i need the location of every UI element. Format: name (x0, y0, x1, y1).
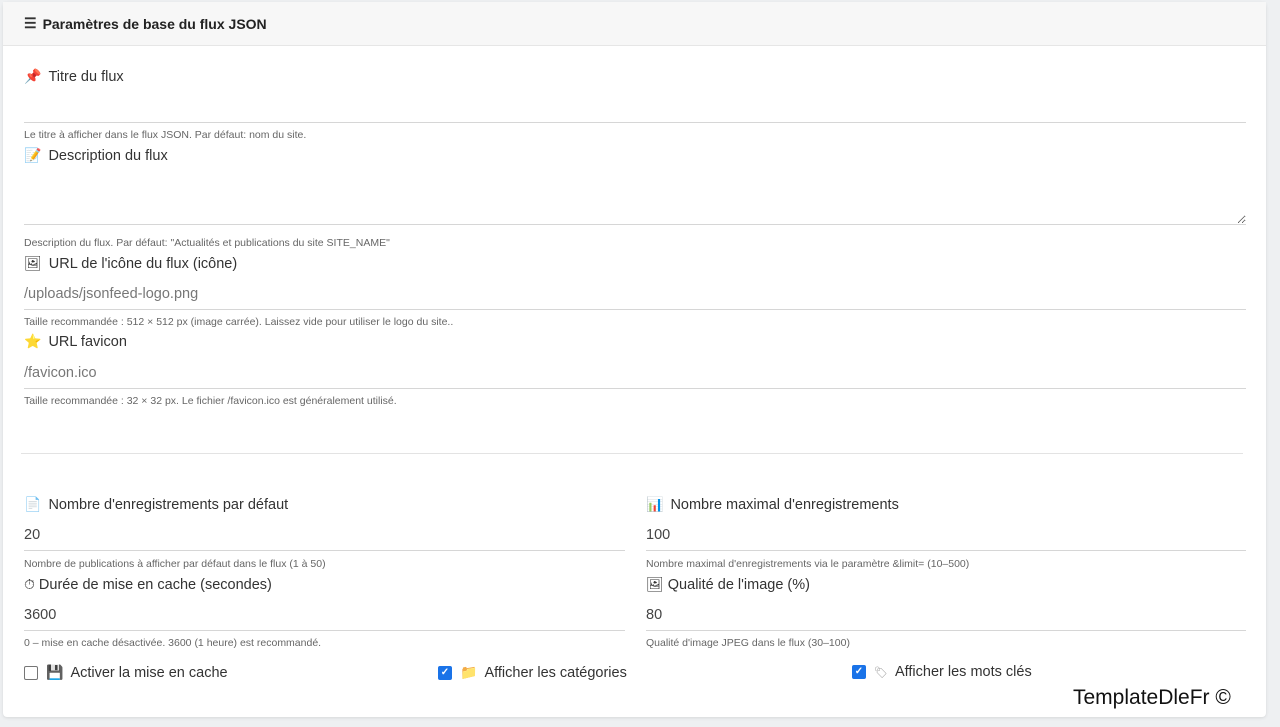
enable-cache-checkbox[interactable]: 💾 Activer la mise en cache (24, 664, 228, 681)
card-header: ☰ Paramètres de base du flux JSON (3, 2, 1266, 46)
enable-cache-checkbox-box[interactable] (24, 665, 38, 680)
feed-icon-url-hint: Taille recommandée : 512 × 512 px (image… (24, 316, 454, 328)
favicon-url-label-text: URL favicon (48, 333, 127, 350)
feed-description-label: 📝 Description du flux (24, 147, 168, 164)
show-keywords-checkbox-box[interactable]: ✓ (852, 665, 866, 679)
image-quality-hint: Qualité d'image JPEG dans le flux (30–10… (646, 637, 850, 649)
picture-icon: 🖼 (24, 255, 42, 271)
max-records-input[interactable] (646, 520, 1246, 551)
image-quality-label: 🖼 Qualité de l'image (%) (646, 576, 810, 593)
enable-cache-label: Activer la mise en cache (70, 664, 228, 681)
max-records-label: 📊 Nombre maximal d'enregistrements (646, 496, 899, 513)
favicon-url-hint: Taille recommandée : 32 × 32 px. Le fich… (24, 395, 397, 407)
pushpin-icon: 📌 (24, 68, 42, 84)
feed-description-textarea[interactable] (24, 170, 1246, 225)
feed-icon-url-label: 🖼 URL de l'icône du flux (icône) (24, 255, 237, 272)
label-tag-icon: 🏷 (874, 666, 888, 679)
stopwatch-icon: ⏱ (24, 576, 35, 592)
max-records-label-text: Nombre maximal d'enregistrements (670, 496, 899, 513)
feed-title-label-text: Titre du flux (48, 68, 124, 85)
default-records-label: 📄 Nombre d'enregistrements par défaut (24, 496, 288, 513)
picture-icon: 🖼 (646, 576, 664, 592)
image-quality-label-text: Qualité de l'image (%) (667, 576, 810, 593)
bar-chart-icon: 📊 (646, 496, 664, 512)
cache-duration-label-text: Durée de mise en cache (secondes) (38, 576, 272, 593)
cache-duration-hint: 0 – mise en cache désactivée. 3600 (1 he… (24, 637, 322, 649)
section-divider (21, 453, 1243, 454)
show-keywords-label: Afficher les mots clés (894, 664, 1032, 680)
cache-duration-input[interactable] (24, 600, 625, 631)
feed-title-input[interactable] (24, 92, 1246, 123)
favicon-url-input[interactable] (24, 358, 1246, 389)
sliders-icon: ☰ (24, 15, 37, 31)
feed-title-label: 📌 Titre du flux (24, 68, 124, 85)
memo-icon: 📝 (24, 147, 42, 163)
feed-icon-url-label-text: URL de l'icône du flux (icône) (48, 255, 238, 272)
show-categories-checkbox-box[interactable]: ✓ (438, 665, 452, 680)
cache-duration-label: ⏱ Durée de mise en cache (secondes) (24, 576, 272, 593)
feed-description-hint: Description du flux. Par défaut: "Actual… (24, 237, 390, 249)
feed-icon-url-input[interactable] (24, 279, 1246, 310)
max-records-hint: Nombre maximal d'enregistrements via le … (646, 558, 970, 570)
default-records-input[interactable] (24, 520, 625, 551)
feed-description-label-text: Description du flux (48, 147, 168, 164)
show-keywords-checkbox[interactable]: ✓ 🏷 Afficher les mots clés (852, 664, 1032, 680)
floppy-disk-icon: 💾 (46, 664, 64, 680)
image-quality-input[interactable] (646, 600, 1246, 631)
folder-icon: 📁 (460, 664, 478, 680)
default-records-hint: Nombre de publications à afficher par dé… (24, 558, 326, 570)
card-title: Paramètres de base du flux JSON (42, 15, 267, 32)
page-icon: 📄 (24, 496, 42, 512)
watermark: TemplateDleFr © (1073, 686, 1231, 709)
favicon-url-label: ⭐ URL favicon (24, 333, 127, 350)
feed-title-hint: Le titre à afficher dans le flux JSON. P… (24, 129, 307, 141)
star-icon: ⭐ (24, 333, 42, 349)
default-records-label-text: Nombre d'enregistrements par défaut (48, 496, 289, 513)
show-categories-label: Afficher les catégories (484, 664, 627, 681)
show-categories-checkbox[interactable]: ✓ 📁 Afficher les catégories (438, 664, 627, 681)
